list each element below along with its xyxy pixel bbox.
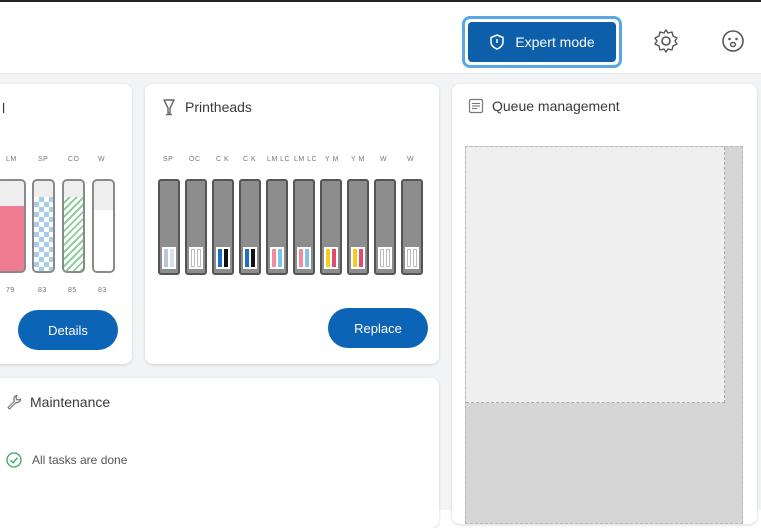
printheads-title: Printheads xyxy=(185,99,252,115)
printhead xyxy=(185,179,207,275)
ink-level: 83 xyxy=(98,287,107,294)
queue-icon xyxy=(468,98,484,114)
queue-title: Queue management xyxy=(492,98,620,114)
expert-mode-label: Expert mode xyxy=(515,34,595,50)
printhead-code: C K xyxy=(243,156,257,163)
ink-card: l LM SP CO W 79 83 85 83 Details xyxy=(0,84,132,364)
maintenance-title-row: Maintenance xyxy=(6,394,110,410)
printhead xyxy=(374,179,396,275)
face-icon[interactable] xyxy=(720,28,746,54)
expert-mode-button-inner[interactable]: Expert mode xyxy=(468,22,616,62)
queue-management-card: Queue management xyxy=(452,84,757,524)
expert-mode-button[interactable]: Expert mode xyxy=(462,16,622,68)
dashboard-content: l LM SP CO W 79 83 85 83 Details Printhe… xyxy=(0,74,761,528)
ink-code: LM xyxy=(6,156,17,163)
printhead-code: W xyxy=(407,156,415,163)
printheads-title-row: Printheads xyxy=(161,98,252,116)
printhead xyxy=(239,179,261,275)
printhead-code: LM LC xyxy=(294,156,318,163)
printhead xyxy=(293,179,315,275)
printhead xyxy=(401,179,423,275)
wrench-icon xyxy=(7,394,22,410)
queue-preview-area[interactable] xyxy=(465,146,743,524)
ink-code: W xyxy=(98,156,106,163)
ink-cartridge-sp xyxy=(32,179,55,273)
ink-code: CO xyxy=(68,156,80,163)
replace-button[interactable]: Replace xyxy=(328,308,428,348)
maintenance-title: Maintenance xyxy=(30,394,111,410)
printheads-card: Printheads SP OC C K C K LM LC LM LC Y M… xyxy=(145,84,439,364)
printhead-icon xyxy=(163,99,175,116)
printhead-code: C K xyxy=(216,156,230,163)
printhead xyxy=(320,179,342,275)
ink-cartridge-lm xyxy=(0,179,26,273)
maintenance-card: Maintenance All tasks are done xyxy=(0,378,439,528)
gear-icon[interactable] xyxy=(653,28,679,54)
printhead-code: Y M xyxy=(351,156,365,163)
printhead xyxy=(266,179,288,275)
printhead xyxy=(347,179,369,275)
printhead-code: SP xyxy=(163,156,174,163)
queue-sheet-preview xyxy=(466,147,725,403)
ink-level: 85 xyxy=(68,287,77,294)
ink-cartridge-w xyxy=(92,179,115,273)
maintenance-status-row: All tasks are done xyxy=(6,452,127,468)
printhead-code: Y M xyxy=(325,156,339,163)
ink-level: 83 xyxy=(38,287,47,294)
printhead-code: OC xyxy=(189,156,201,163)
ink-level: 79 xyxy=(6,287,15,294)
printhead xyxy=(158,179,180,275)
printhead-code: LM LC xyxy=(267,156,291,163)
queue-title-row: Queue management xyxy=(468,98,620,114)
ink-code: SP xyxy=(38,156,49,163)
shield-icon xyxy=(490,34,505,50)
ink-cartridge-co xyxy=(62,179,85,273)
maintenance-status: All tasks are done xyxy=(32,453,128,467)
printhead-code: W xyxy=(380,156,388,163)
details-button[interactable]: Details xyxy=(18,310,118,350)
printhead xyxy=(212,179,234,275)
check-circle-icon xyxy=(6,452,22,468)
top-bar: Expert mode xyxy=(0,0,761,74)
ink-card-title: l xyxy=(2,100,6,116)
